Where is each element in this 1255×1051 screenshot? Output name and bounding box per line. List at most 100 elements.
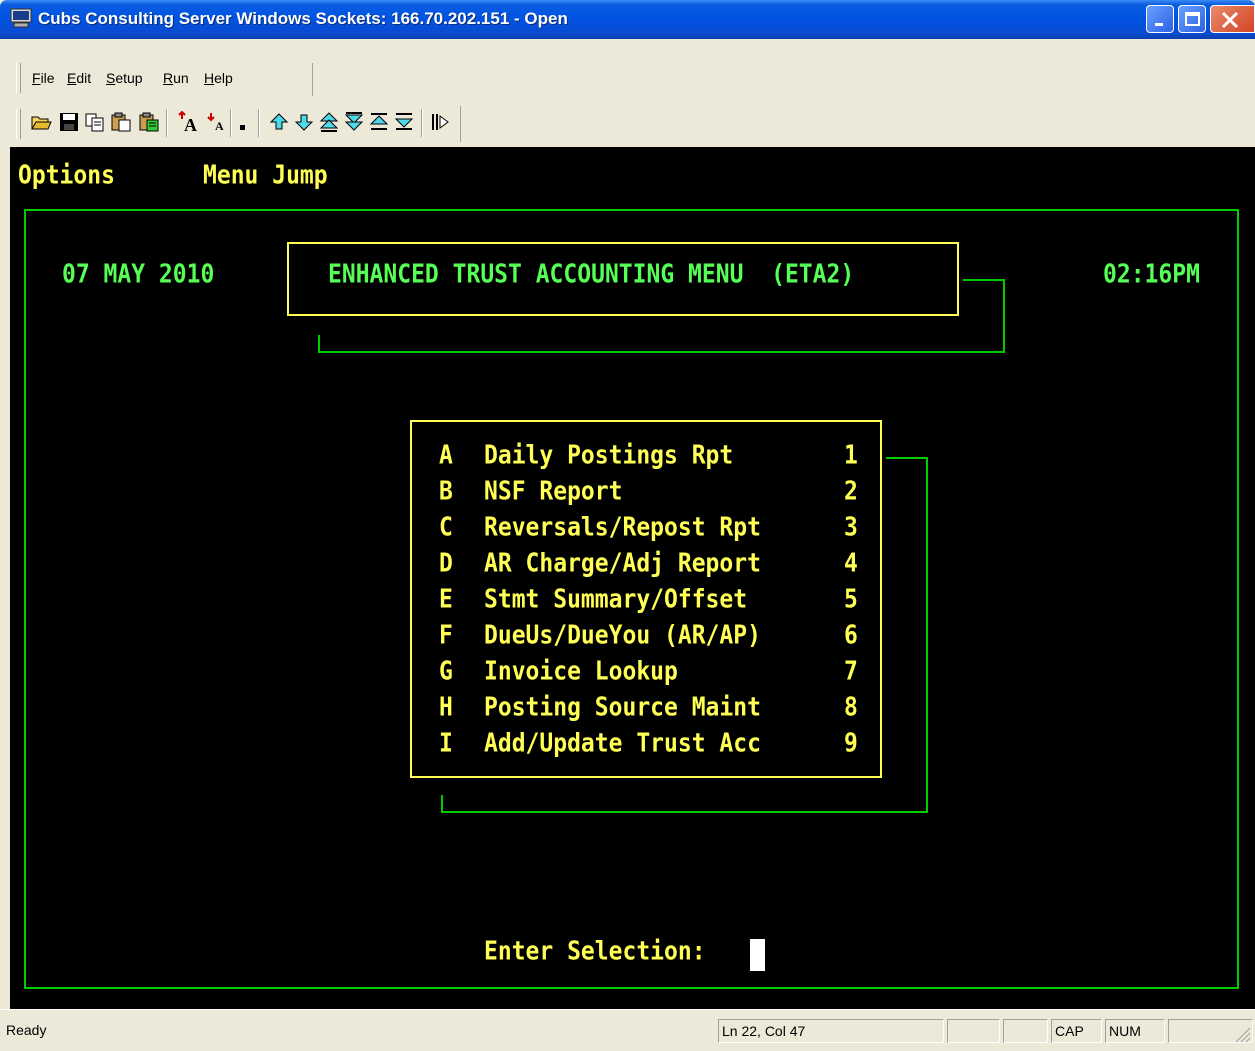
menu-run-rest: un (173, 70, 189, 86)
menubar-divider (312, 63, 313, 96)
menu-file-hotkey: F (32, 70, 41, 86)
menu-item-letter: H (439, 693, 453, 723)
toolbar-separator (258, 109, 260, 137)
menu-item-label: DueUs/DueYou (AR/AP) (484, 621, 761, 651)
list-shadow-left (441, 795, 443, 813)
menu-item-letter: D (439, 549, 453, 579)
menu-jump[interactable]: Menu Jump (203, 161, 328, 190)
save-disk-icon[interactable] (58, 111, 80, 133)
title-shadow-right (1003, 279, 1005, 353)
menu-edit-rest: dit (76, 70, 92, 86)
minimize-button[interactable] (1146, 5, 1174, 33)
toolbar-grip[interactable] (16, 109, 21, 139)
menubar-grip[interactable] (16, 63, 21, 93)
close-button[interactable] (1210, 5, 1255, 33)
resize-grip-icon[interactable] (1232, 1024, 1252, 1044)
menu-file-rest: ile (40, 70, 55, 86)
toolbar: A A (0, 104, 1255, 146)
list-shadow-right (926, 457, 928, 813)
svg-text:A: A (215, 119, 224, 133)
title-bar[interactable]: Cubs Consulting Server Windows Sockets: … (0, 0, 1255, 39)
menu-item-letter: C (439, 513, 453, 543)
menu-item-label: NSF Report (484, 477, 623, 507)
window-title: Cubs Consulting Server Windows Sockets: … (38, 9, 568, 28)
toolbar-separator (421, 109, 423, 137)
svg-text:A: A (184, 115, 197, 133)
font-smaller-icon[interactable]: A (206, 111, 228, 133)
arrow-down-icon[interactable] (293, 111, 315, 133)
status-num: NUM (1105, 1019, 1165, 1043)
title-shadow-bottom (318, 351, 1005, 353)
menu-item-number: 2 (844, 477, 858, 507)
maximize-button[interactable] (1178, 5, 1206, 33)
toolbar-separator (166, 109, 168, 137)
page-up-icon[interactable] (318, 111, 340, 133)
menu-item-letter: E (439, 585, 453, 615)
menu-item-number: 1 (844, 441, 858, 471)
terminal-screen[interactable]: Options Menu Jump 07 MAY 2010 02:16PM EN… (10, 147, 1255, 1009)
menu-item-label: Add/Update Trust Acc (484, 729, 761, 759)
time-display: 02:16PM (1103, 260, 1200, 290)
menu-item-number: 5 (844, 585, 858, 615)
menu-item-label: Invoice Lookup (484, 657, 678, 687)
menu-title: ENHANCED TRUST ACCOUNTING MENU (ETA2) (328, 260, 855, 290)
menu-options[interactable]: Options (18, 161, 115, 190)
frame-bottom (24, 987, 1239, 989)
menu-setup[interactable]: Setup (106, 70, 143, 86)
menu-item-number: 4 (844, 549, 858, 579)
toolbar-divider (460, 106, 461, 142)
menu-setup-hotkey: S (106, 70, 116, 86)
page-down-icon[interactable] (343, 111, 365, 133)
status-pane-empty-2 (1003, 1019, 1048, 1043)
paste-icon[interactable] (110, 111, 132, 133)
menu-item-label: Reversals/Repost Rpt (484, 513, 761, 543)
text-cursor[interactable] (750, 939, 765, 971)
list-shadow-bottom (441, 811, 928, 813)
menu-edit-hotkey: E (67, 70, 77, 86)
menu-item-letter: G (439, 657, 453, 687)
terminal-computer-icon (10, 8, 32, 28)
toolbar-separator (230, 109, 232, 137)
menu-item-letter: F (439, 621, 453, 651)
date-display: 07 MAY 2010 (62, 260, 215, 290)
menu-bar: File Edit Setup Run Help (0, 59, 1255, 99)
menu-run-hotkey: R (163, 70, 174, 86)
selection-prompt: Enter Selection: (484, 937, 706, 967)
menu-file[interactable]: File (32, 70, 55, 86)
title-shadow-left (318, 335, 320, 353)
status-ready: Ready (6, 1022, 47, 1038)
menu-edit[interactable]: Edit (67, 70, 91, 86)
arrow-up-icon[interactable] (268, 111, 290, 133)
frame-top (24, 209, 1239, 211)
status-pane-empty-1 (947, 1019, 1000, 1043)
menu-item-number: 3 (844, 513, 858, 543)
frame-right (1237, 209, 1239, 989)
menu-item-label: Posting Source Maint (484, 693, 761, 723)
menu-run[interactable]: Run (163, 70, 189, 86)
menu-item-letter: B (439, 477, 453, 507)
paste-special-icon[interactable] (138, 111, 160, 133)
open-folder-icon[interactable] (30, 111, 52, 133)
bottom-icon[interactable] (393, 111, 415, 133)
small-dot-icon[interactable] (236, 111, 258, 133)
menu-item-label: Daily Postings Rpt (484, 441, 734, 471)
copy-icon[interactable] (84, 111, 106, 133)
menu-setup-rest: etup (115, 70, 143, 86)
menu-item-letter: I (439, 729, 453, 759)
menu-help-rest: elp (214, 70, 233, 86)
menu-help[interactable]: Help (204, 70, 233, 86)
menu-help-hotkey: H (204, 70, 215, 86)
font-larger-icon[interactable]: A (176, 110, 198, 135)
connect-icon[interactable] (429, 111, 451, 133)
menu-item-number: 6 (844, 621, 858, 651)
top-icon[interactable] (368, 111, 390, 133)
menu-item-label: AR Charge/Adj Report (484, 549, 761, 579)
menu-item-number: 9 (844, 729, 858, 759)
status-bar: Ready Ln 22, Col 47 CAP NUM (0, 1009, 1255, 1051)
menu-item-number: 8 (844, 693, 858, 723)
frame-left (24, 209, 26, 989)
title-shadow-top (963, 279, 1004, 281)
menu-item-number: 7 (844, 657, 858, 687)
menu-item-letter: A (439, 441, 453, 471)
list-shadow-top (886, 457, 928, 459)
